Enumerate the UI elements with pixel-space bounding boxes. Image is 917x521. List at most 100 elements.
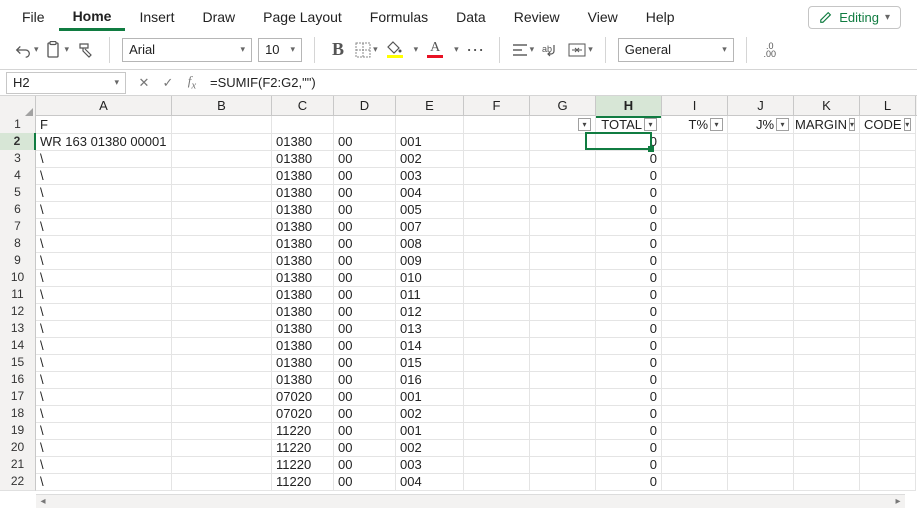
cell-E17[interactable]: 001: [396, 388, 464, 406]
format-painter-button[interactable]: [75, 38, 97, 62]
filter-button[interactable]: ▾: [776, 118, 789, 131]
cell-L10[interactable]: [860, 269, 916, 287]
cell-A2[interactable]: WR 163 01380 00001: [36, 133, 172, 151]
cell-D7[interactable]: 00: [334, 218, 396, 236]
cell-I16[interactable]: [662, 371, 728, 389]
cell-I7[interactable]: [662, 218, 728, 236]
cell-H18[interactable]: 0: [596, 405, 662, 423]
cell-A3[interactable]: \: [36, 150, 172, 168]
cell-H5[interactable]: 0: [596, 184, 662, 202]
cell-D15[interactable]: 00: [334, 354, 396, 372]
cell-C14[interactable]: 01380: [272, 337, 334, 355]
tab-data[interactable]: Data: [442, 5, 500, 29]
cell-I4[interactable]: [662, 167, 728, 185]
cell-K11[interactable]: [794, 286, 860, 304]
cell-F20[interactable]: [464, 439, 530, 457]
cell-G21[interactable]: [530, 456, 596, 474]
cell-E19[interactable]: 001: [396, 422, 464, 440]
cell-K9[interactable]: [794, 252, 860, 270]
cell-G2[interactable]: [530, 133, 596, 151]
cell-G17[interactable]: [530, 388, 596, 406]
cell-F5[interactable]: [464, 184, 530, 202]
tab-insert[interactable]: Insert: [125, 5, 188, 29]
horizontal-scrollbar[interactable]: ◂ ▸: [36, 494, 905, 508]
cell-L3[interactable]: [860, 150, 916, 168]
cell-B2[interactable]: [172, 133, 272, 151]
cell-L2[interactable]: [860, 133, 916, 151]
cell-I6[interactable]: [662, 201, 728, 219]
cell-B8[interactable]: [172, 235, 272, 253]
row-header[interactable]: 4: [0, 167, 36, 185]
cell-D14[interactable]: 00: [334, 337, 396, 355]
cell-K2[interactable]: [794, 133, 860, 151]
cell-G18[interactable]: [530, 405, 596, 423]
row-header[interactable]: 19: [0, 422, 36, 440]
col-header-B[interactable]: B: [172, 96, 272, 118]
row-header[interactable]: 8: [0, 235, 36, 253]
cell-B17[interactable]: [172, 388, 272, 406]
cell-K14[interactable]: [794, 337, 860, 355]
row-header[interactable]: 2: [0, 133, 36, 151]
cell-D10[interactable]: 00: [334, 269, 396, 287]
cell-G5[interactable]: [530, 184, 596, 202]
cell-C1[interactable]: [272, 116, 334, 134]
cell-E9[interactable]: 009: [396, 252, 464, 270]
editing-mode-button[interactable]: Editing ▾: [808, 6, 901, 29]
cell-B18[interactable]: [172, 405, 272, 423]
scroll-left-button[interactable]: ◂: [36, 495, 50, 509]
tab-home[interactable]: Home: [59, 4, 126, 31]
scroll-right-button[interactable]: ▸: [891, 495, 905, 509]
cell-I22[interactable]: [662, 473, 728, 491]
cell-L16[interactable]: [860, 371, 916, 389]
cell-D4[interactable]: 00: [334, 167, 396, 185]
cell-K12[interactable]: [794, 303, 860, 321]
cell-A20[interactable]: \: [36, 439, 172, 457]
cell-L1[interactable]: CODE▾: [860, 116, 916, 134]
cell-E2[interactable]: 001: [396, 133, 464, 151]
cell-G13[interactable]: [530, 320, 596, 338]
cell-G4[interactable]: [530, 167, 596, 185]
cell-B1[interactable]: [172, 116, 272, 134]
cell-K16[interactable]: [794, 371, 860, 389]
cell-H8[interactable]: 0: [596, 235, 662, 253]
cell-G10[interactable]: [530, 269, 596, 287]
cell-G8[interactable]: [530, 235, 596, 253]
cell-C13[interactable]: 01380: [272, 320, 334, 338]
cell-K17[interactable]: [794, 388, 860, 406]
cell-L12[interactable]: [860, 303, 916, 321]
cell-H15[interactable]: 0: [596, 354, 662, 372]
tab-help[interactable]: Help: [632, 5, 689, 29]
cell-I5[interactable]: [662, 184, 728, 202]
cell-H14[interactable]: 0: [596, 337, 662, 355]
cell-A7[interactable]: \: [36, 218, 172, 236]
cell-B20[interactable]: [172, 439, 272, 457]
cell-B22[interactable]: [172, 473, 272, 491]
cell-F12[interactable]: [464, 303, 530, 321]
number-format-select[interactable]: General ▾: [618, 38, 734, 62]
cell-E3[interactable]: 002: [396, 150, 464, 168]
tab-file[interactable]: File: [8, 5, 59, 29]
cell-D21[interactable]: 00: [334, 456, 396, 474]
cell-E6[interactable]: 005: [396, 201, 464, 219]
cell-D1[interactable]: [334, 116, 396, 134]
cell-L5[interactable]: [860, 184, 916, 202]
cell-L14[interactable]: [860, 337, 916, 355]
cell-H7[interactable]: 0: [596, 218, 662, 236]
bold-button[interactable]: B: [327, 38, 349, 62]
cell-H16[interactable]: 0: [596, 371, 662, 389]
cell-A10[interactable]: \: [36, 269, 172, 287]
cell-C4[interactable]: 01380: [272, 167, 334, 185]
cell-A22[interactable]: \: [36, 473, 172, 491]
cell-F3[interactable]: [464, 150, 530, 168]
cell-L17[interactable]: [860, 388, 916, 406]
cell-H12[interactable]: 0: [596, 303, 662, 321]
cell-E8[interactable]: 008: [396, 235, 464, 253]
chevron-down-icon[interactable]: ▾: [414, 44, 419, 55]
cell-C21[interactable]: 11220: [272, 456, 334, 474]
cell-H6[interactable]: 0: [596, 201, 662, 219]
row-header[interactable]: 3: [0, 150, 36, 168]
cell-B11[interactable]: [172, 286, 272, 304]
cell-D9[interactable]: 00: [334, 252, 396, 270]
cell-C12[interactable]: 01380: [272, 303, 334, 321]
cell-D16[interactable]: 00: [334, 371, 396, 389]
